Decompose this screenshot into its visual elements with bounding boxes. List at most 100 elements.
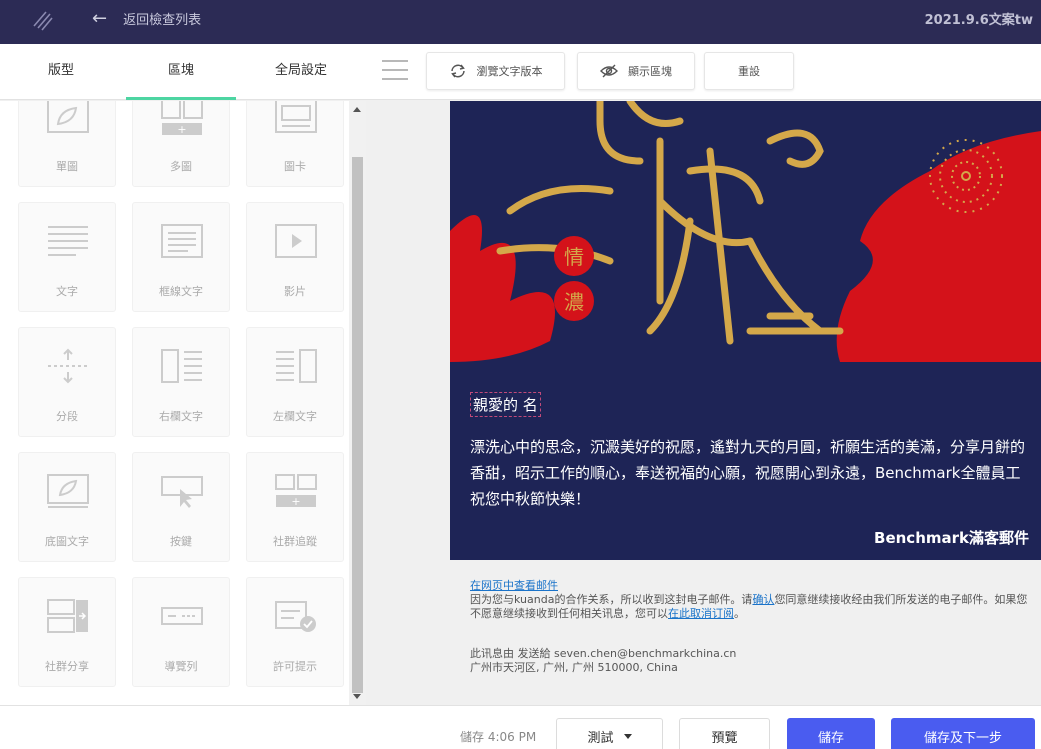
sender-address: 广州市天河区, 广州, 广州 510000, China xyxy=(470,661,678,674)
block-label: 單圖 xyxy=(56,160,78,173)
social-follow-icon: + xyxy=(275,474,317,508)
block-label: 導覽列 xyxy=(164,660,198,673)
mid-autumn-illustration: 情 濃 xyxy=(450,101,1041,362)
block-video[interactable]: 影片 xyxy=(246,202,344,312)
editor-toolbar: 版型 區塊 全局設定 瀏覽文字版本 顯示區塊 重設 xyxy=(0,44,1041,100)
back-to-checklist-link[interactable]: ← 返回檢查列表 xyxy=(92,8,201,29)
email-preview: 情 濃 親愛的 名 漂洗心中的思念，沉澱美好的祝愿，遙對九天的月圓，祈願生活的美… xyxy=(366,101,1041,705)
block-permission-reminder[interactable]: 許可提示 xyxy=(246,577,344,687)
palette-scrollbar[interactable] xyxy=(349,101,366,705)
scrollbar-thumb[interactable] xyxy=(352,157,363,693)
text-version-button[interactable]: 瀏覽文字版本 xyxy=(426,52,565,90)
email-text-block[interactable]: 親愛的 名 漂洗心中的思念，沉澱美好的祝愿，遙對九天的月圓，祈願生活的美滿，分享… xyxy=(450,362,1041,560)
test-dropdown-button[interactable]: 測試 xyxy=(556,718,663,749)
block-multi-image[interactable]: + 多圖 xyxy=(132,101,230,187)
greeting[interactable]: 親愛的 名 xyxy=(470,392,541,417)
tab-layout[interactable]: 版型 xyxy=(6,44,116,100)
block-right-column-text[interactable]: 右欄文字 xyxy=(132,327,230,437)
menu-icon[interactable] xyxy=(382,60,408,82)
navbar-icon xyxy=(161,607,203,625)
block-image-card[interactable]: 圖卡 xyxy=(246,101,344,187)
footer-notice-text: 因为您与kuanda的合作关系，所以收到这封电子邮件。请 xyxy=(470,593,753,606)
hero-char: 濃 xyxy=(564,290,584,314)
single-image-icon xyxy=(47,101,89,133)
left-column-text-icon xyxy=(276,349,317,383)
blocks-palette: 單圖 + 多圖 圖卡 文字 框線文字 影片 分段 右欄文字 左欄文字 底圖文字 … xyxy=(0,101,366,705)
block-single-image[interactable]: 單圖 xyxy=(18,101,116,187)
image-card-icon xyxy=(275,101,317,133)
top-bar: ← 返回檢查列表 2021.9.6文案tw xyxy=(0,0,1041,44)
right-column-text-icon xyxy=(161,349,202,383)
block-label: 左欄文字 xyxy=(273,410,317,423)
permission-reminder-icon xyxy=(275,601,316,632)
block-label: 社群追蹤 xyxy=(273,535,317,548)
save-next-label: 儲存及下一步 xyxy=(923,730,1002,746)
block-divider[interactable]: 分段 xyxy=(18,327,116,437)
scroll-down-icon[interactable] xyxy=(353,694,361,699)
video-icon xyxy=(275,224,317,258)
block-label: 文字 xyxy=(56,285,78,298)
unsubscribe-link[interactable]: 在此取消订阅 xyxy=(668,607,734,620)
show-blocks-label: 顯示區塊 xyxy=(628,65,672,78)
preview-label: 預覽 xyxy=(711,730,738,746)
background-image-text-icon xyxy=(47,474,89,508)
refresh-icon xyxy=(450,64,465,78)
reset-button[interactable]: 重設 xyxy=(704,52,794,90)
block-button[interactable]: 按鍵 xyxy=(132,452,230,562)
caret-down-icon xyxy=(623,733,632,739)
email-footer: 在网页中查看邮件 因为您与kuanda的合作关系，所以收到这封电子邮件。请确认您… xyxy=(470,579,1030,675)
signoff: Benchmark滿客郵件 xyxy=(874,529,1029,547)
body-text[interactable]: 漂洗心中的思念，沉澱美好的祝愿，遙對九天的月圓，祈願生活的美滿，分享月餅的香甜，… xyxy=(470,434,1030,512)
eye-slash-icon xyxy=(600,64,618,78)
text-version-label: 瀏覽文字版本 xyxy=(476,65,543,78)
confirm-link[interactable]: 确认 xyxy=(752,593,774,606)
benchmark-logo-icon[interactable] xyxy=(30,6,56,32)
block-label: 右欄文字 xyxy=(159,410,203,423)
tab-global-settings[interactable]: 全局設定 xyxy=(246,44,356,100)
hero-char: 情 xyxy=(564,245,584,269)
svg-text:+: + xyxy=(291,495,300,508)
reset-label: 重設 xyxy=(738,65,760,78)
campaign-name: 2021.9.6文案tw xyxy=(924,13,1033,28)
block-social-follow[interactable]: + 社群追蹤 xyxy=(246,452,344,562)
preview-button[interactable]: 預覽 xyxy=(679,718,770,749)
block-label: 分段 xyxy=(56,410,78,423)
button-icon xyxy=(161,476,203,508)
save-status: 儲存 4:06 PM xyxy=(460,730,537,744)
block-label: 按鍵 xyxy=(170,535,192,548)
bottom-bar: 儲存 4:06 PM 測試 預覽 儲存 儲存及下一步 xyxy=(0,705,1041,749)
block-text[interactable]: 文字 xyxy=(18,202,116,312)
save-button[interactable]: 儲存 xyxy=(787,718,875,749)
footer-notice: 因为您与kuanda的合作关系，所以收到这封电子邮件。请确认您同意继续接收经由我… xyxy=(470,593,1030,621)
footer-notice-text: 。 xyxy=(734,607,745,620)
block-label: 圖卡 xyxy=(284,160,306,173)
save-and-next-button[interactable]: 儲存及下一步 xyxy=(891,718,1035,749)
svg-text:+: + xyxy=(177,123,186,136)
block-social-share[interactable]: 社群分享 xyxy=(18,577,116,687)
sender-info: 此讯息由 发送給 seven.chen@benchmarkchina.cn xyxy=(470,647,737,660)
block-navbar[interactable]: 導覽列 xyxy=(132,577,230,687)
block-background-image-text[interactable]: 底圖文字 xyxy=(18,452,116,562)
block-label: 多圖 xyxy=(170,160,192,173)
test-label: 測試 xyxy=(587,730,614,746)
block-left-column-text[interactable]: 左欄文字 xyxy=(246,327,344,437)
block-label: 底圖文字 xyxy=(45,535,89,548)
hero-image[interactable]: 情 濃 xyxy=(450,101,1041,362)
block-boxed-text[interactable]: 框線文字 xyxy=(132,202,230,312)
scroll-up-icon[interactable] xyxy=(353,107,361,112)
save-label: 儲存 xyxy=(817,730,844,746)
show-blocks-button[interactable]: 顯示區塊 xyxy=(577,52,695,90)
boxed-text-icon xyxy=(161,224,203,258)
block-label: 影片 xyxy=(284,285,306,298)
block-label: 框線文字 xyxy=(159,285,203,298)
block-label: 許可提示 xyxy=(273,660,317,673)
block-label: 社群分享 xyxy=(45,660,89,673)
tab-blocks[interactable]: 區塊 xyxy=(126,44,236,100)
view-in-browser-link[interactable]: 在网页中查看邮件 xyxy=(470,579,1030,593)
back-arrow-icon: ← xyxy=(92,8,108,29)
divider-icon xyxy=(48,348,88,384)
back-label: 返回檢查列表 xyxy=(123,13,202,28)
multi-image-icon: + xyxy=(161,101,203,136)
text-icon xyxy=(48,226,88,256)
social-share-icon xyxy=(47,599,88,633)
